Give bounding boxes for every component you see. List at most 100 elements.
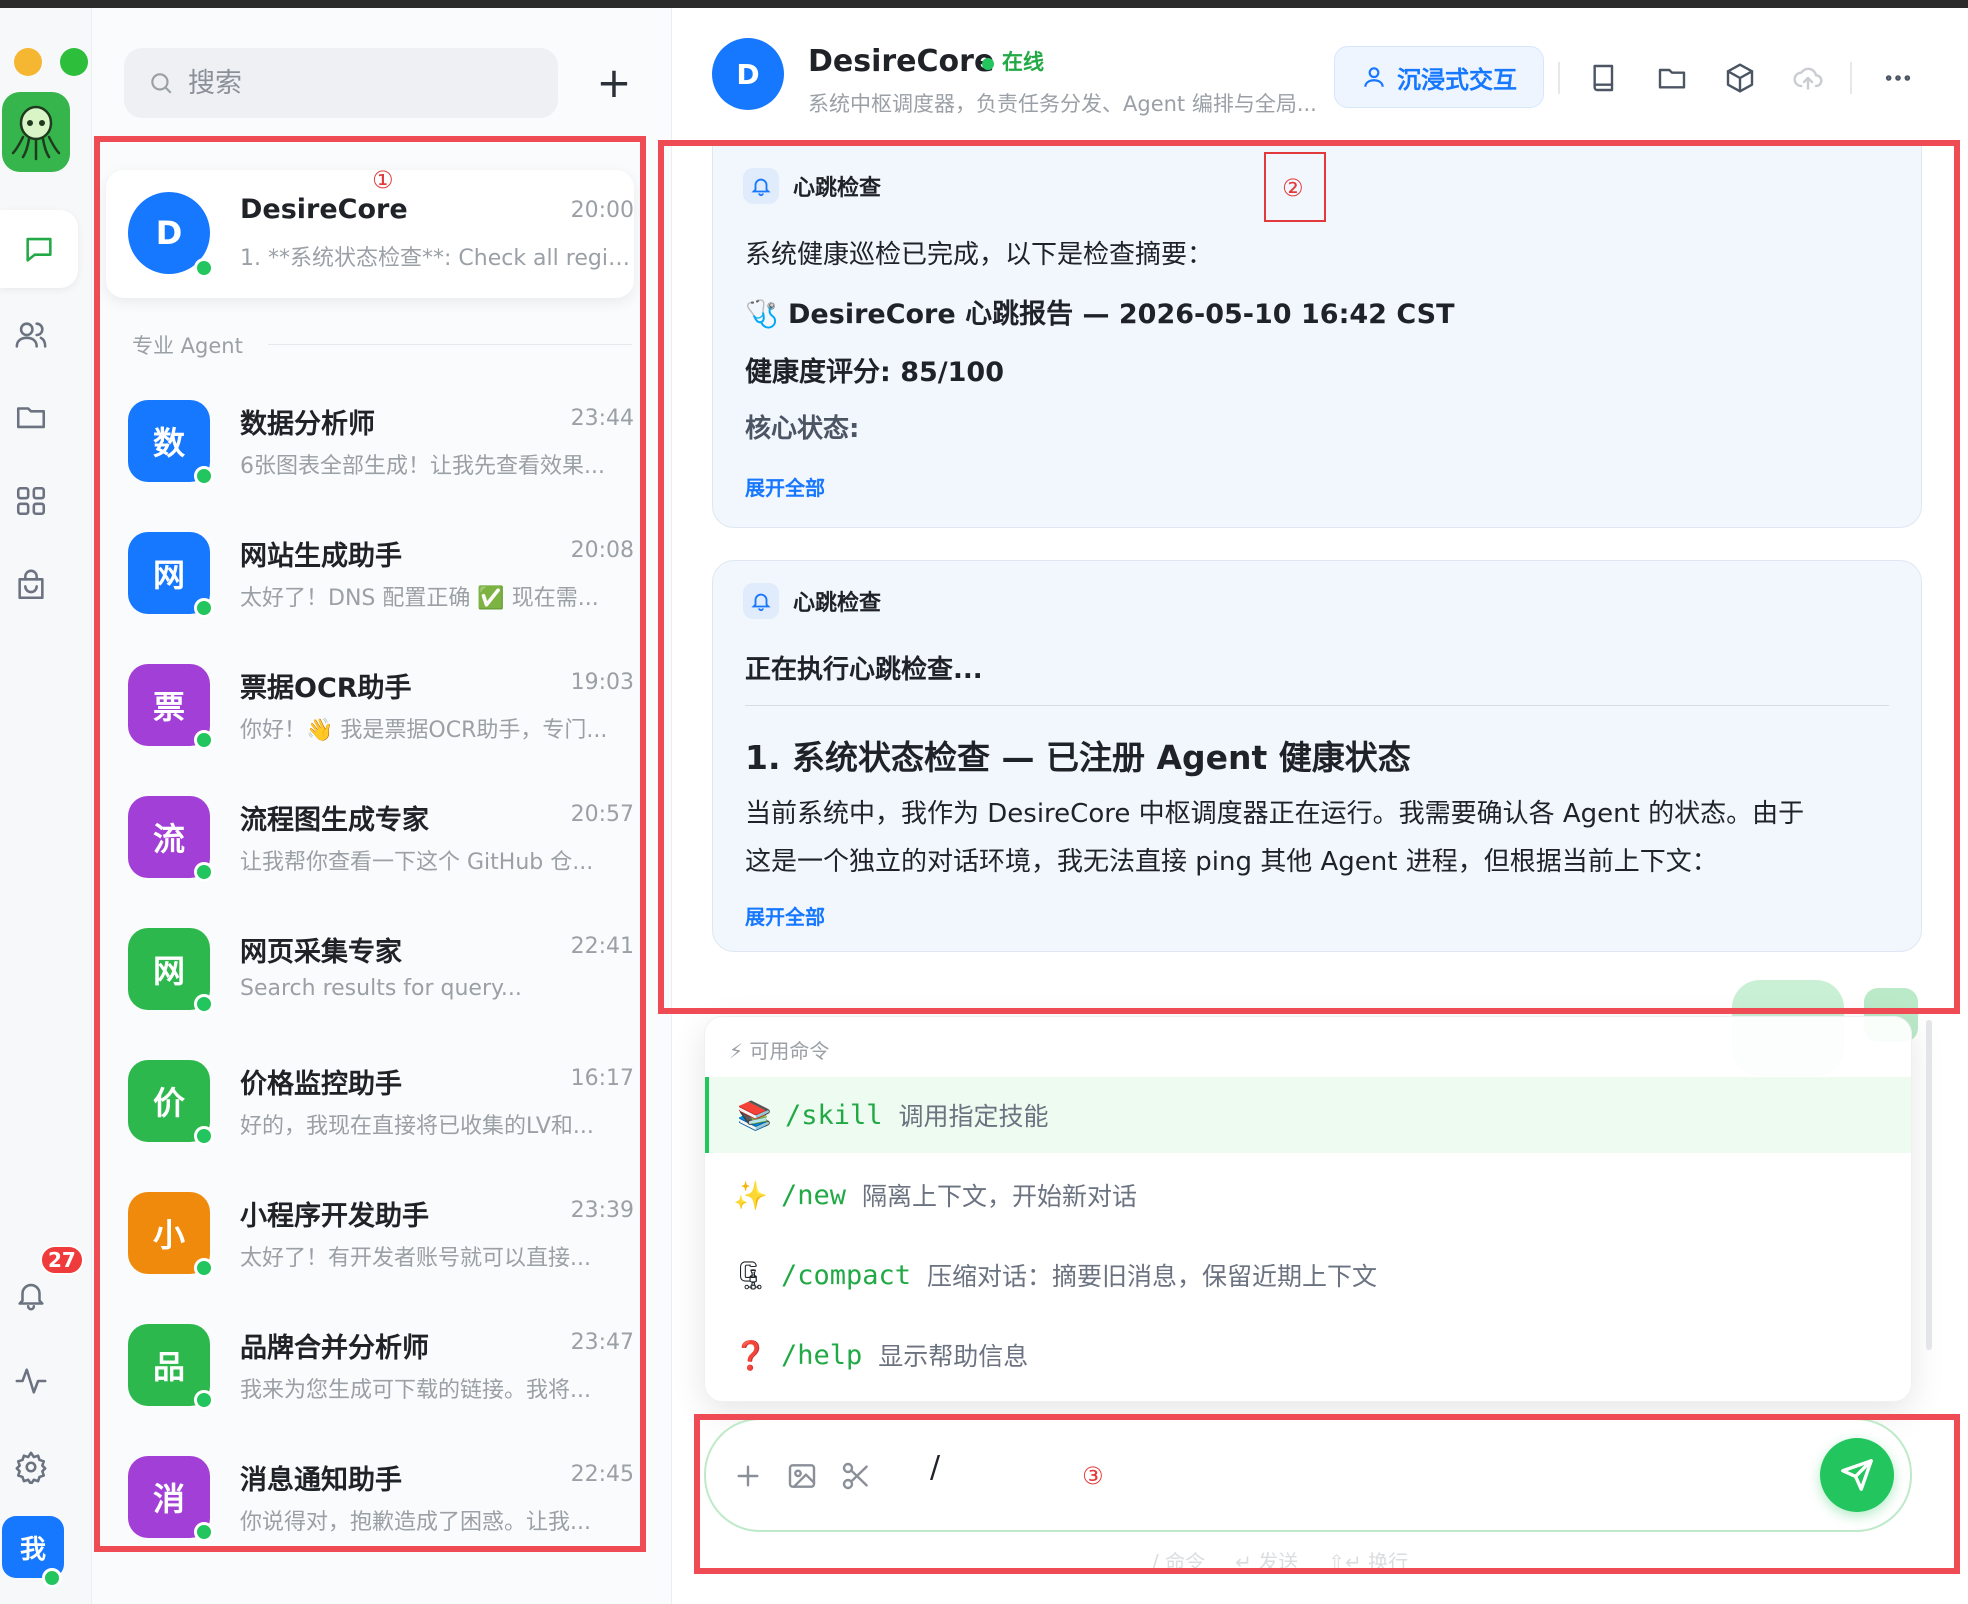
conversation-item[interactable]: 品品牌合并分析师 23:47 我来为您生成可下载的链接。我将...: [106, 1302, 634, 1430]
conversation-preview: 太好了！DNS 配置正确 ✅ 现在需...: [240, 586, 599, 611]
command-description: 调用指定技能: [898, 1102, 1049, 1131]
more-options-button[interactable]: [1876, 56, 1920, 100]
conversation-item[interactable]: 小小程序开发助手 23:39 太好了！有开发者账号就可以直接...: [106, 1170, 634, 1298]
image-upload-button[interactable]: [778, 1452, 826, 1500]
status-label: 在线: [1002, 50, 1044, 74]
screenshot-button[interactable]: [832, 1452, 880, 1500]
hint-newline: ⇧↵ 换行: [1328, 1550, 1409, 1574]
composer-input[interactable]: /: [930, 1450, 940, 1485]
bag-icon: [18, 569, 44, 600]
command-description: 隔离上下文，开始新对话: [862, 1182, 1138, 1211]
message-composer[interactable]: /: [704, 1418, 1912, 1532]
send-button[interactable]: [1820, 1438, 1894, 1512]
knowledge-button[interactable]: [1582, 56, 1626, 100]
immersive-mode-label: 沉浸式交互: [1397, 65, 1517, 94]
book-icon: [1593, 64, 1614, 92]
online-indicator: [194, 466, 214, 486]
command-item[interactable]: 📚 /skill 调用指定技能: [705, 1077, 1911, 1153]
command-name: /skill: [785, 1099, 883, 1131]
hint-send: ↵ 发送: [1235, 1550, 1299, 1574]
conversation-name: 品牌合并分析师: [240, 1333, 429, 1364]
header-separator: [1850, 62, 1852, 94]
conversation-name: 小程序开发助手: [240, 1201, 429, 1232]
conversation-name: 网站生成助手: [240, 541, 402, 572]
folder-icon: [1658, 68, 1686, 89]
command-item[interactable]: 🗜 /compact 压缩对话：摘要旧消息，保留近期上下文: [705, 1237, 1911, 1313]
nav-files-button[interactable]: [0, 386, 62, 448]
nav-contacts-button[interactable]: [0, 304, 62, 366]
window-minimize-button[interactable]: [14, 48, 42, 76]
message-paragraph: 当前系统中，我作为 DesireCore 中枢调度器正在运行。我需要确认各 Ag…: [745, 799, 1805, 829]
command-palette-title: ⚡ 可用命令: [729, 1039, 830, 1063]
conversation-name: DesireCore: [240, 194, 408, 225]
conversation-item[interactable]: 数数据分析师 23:44 6张图表全部生成！让我先查看效果...: [106, 378, 634, 506]
online-indicator: [194, 1258, 214, 1278]
conversation-name: 消息通知助手: [240, 1465, 402, 1496]
command-emoji-icon: 📚: [737, 1098, 772, 1132]
conversation-time: 19:03: [570, 670, 634, 695]
expand-all-link[interactable]: 展开全部: [745, 472, 825, 501]
window-zoom-button[interactable]: [60, 48, 88, 76]
conversation-time: 16:17: [570, 1066, 634, 1091]
command-item[interactable]: ❓ /help 显示帮助信息: [705, 1317, 1911, 1393]
message-card-heartbeat-running: 心跳检查 正在执行心跳检查... 1. 系统状态检查 — 已注册 Agent 健…: [712, 560, 1922, 952]
message-health-score: 健康度评分: 85/100: [745, 357, 1004, 388]
online-indicator: [194, 598, 214, 618]
chat-description: 系统中枢调度器，负责任务分发、Agent 编排与全局...: [808, 92, 1317, 116]
conversation-item[interactable]: 价价格监控助手 16:17 好的，我现在直接将已收集的LV和...: [106, 1038, 634, 1166]
conversation-preview: 1. **系统状态检查**: Check all registered agen…: [240, 246, 634, 271]
nav-apps-button[interactable]: [0, 470, 62, 532]
command-name: /new: [781, 1179, 847, 1211]
command-palette-scrollbar[interactable]: [1926, 1020, 1932, 1350]
conversation-item[interactable]: 票票据OCR助手 19:03 你好！👋 我是票据OCR助手，专门...: [106, 642, 634, 770]
upload-button[interactable]: [1786, 56, 1830, 100]
command-description: 压缩对话：摘要旧消息，保留近期上下文: [927, 1262, 1378, 1291]
conversation-time: 20:08: [570, 538, 634, 563]
message-tag: 心跳检查: [743, 583, 881, 619]
nav-chat-button[interactable]: [0, 210, 78, 288]
message-tag-label: 心跳检查: [793, 176, 882, 201]
window-top-edge: [0, 0, 1968, 8]
online-indicator: [194, 730, 214, 750]
bell-icon: [743, 583, 779, 619]
message-text: 系统健康巡检已完成，以下是检查摘要：: [745, 240, 1214, 270]
conversation-preview: 你说得对，抱歉造成了困惑。让我...: [240, 1510, 591, 1535]
command-item[interactable]: ✨ /new 隔离上下文，开始新对话: [705, 1157, 1911, 1233]
immersive-mode-button[interactable]: 沉浸式交互: [1334, 46, 1544, 108]
app-logo-octopus-icon[interactable]: [2, 92, 70, 172]
conversation-name: 流程图生成专家: [240, 805, 429, 836]
conversation-item[interactable]: 网网页采集专家 22:41 Search results for query...: [106, 906, 634, 1034]
gear-icon: [15, 1451, 47, 1484]
annotation-label-3: ③: [1082, 1462, 1104, 1490]
notification-count-badge: 27: [40, 1245, 84, 1275]
conversation-item[interactable]: 消消息通知助手 22:45 你说得对，抱歉造成了困惑。让我...: [106, 1434, 634, 1562]
nav-store-button[interactable]: [0, 554, 62, 616]
nav-settings-button[interactable]: [0, 1436, 62, 1498]
expand-all-link[interactable]: 展开全部: [745, 901, 825, 930]
conversation-item[interactable]: 网网站生成助手 20:08 太好了！DNS 配置正确 ✅ 现在需...: [106, 510, 634, 638]
package-button[interactable]: [1718, 56, 1762, 100]
online-indicator: [194, 1522, 214, 1542]
conversation-name: 数据分析师: [240, 409, 375, 440]
conversation-preview: Search results for query...: [240, 976, 522, 1001]
more-icon: [1885, 75, 1911, 81]
section-divider: [268, 344, 632, 345]
keyboard-hints: / 命令 ↵ 发送 ⇧↵ 换行: [1152, 1546, 1408, 1575]
me-online-indicator: [42, 1568, 62, 1588]
attach-button[interactable]: [724, 1452, 772, 1500]
command-emoji-icon: ✨: [733, 1178, 768, 1212]
bell-icon: [18, 1283, 44, 1311]
image-icon: [788, 1464, 816, 1488]
user-icon: [1364, 67, 1384, 87]
users-icon: [15, 322, 47, 348]
search-input[interactable]: [188, 67, 528, 99]
conversation-time: 20:00: [570, 198, 634, 223]
new-conversation-button[interactable]: +: [582, 50, 646, 114]
nav-activity-button[interactable]: [0, 1350, 62, 1412]
search-box[interactable]: [124, 48, 558, 118]
files-button[interactable]: [1650, 56, 1694, 100]
header-separator: [1558, 62, 1560, 94]
section-label: 专业 Agent: [132, 334, 243, 358]
conversation-item-desirecore[interactable]: D DesireCore 20:00 1. **系统状态检查**: Check …: [106, 170, 634, 298]
conversation-item[interactable]: 流流程图生成专家 20:57 让我帮你查看一下这个 GitHub 仓...: [106, 774, 634, 902]
